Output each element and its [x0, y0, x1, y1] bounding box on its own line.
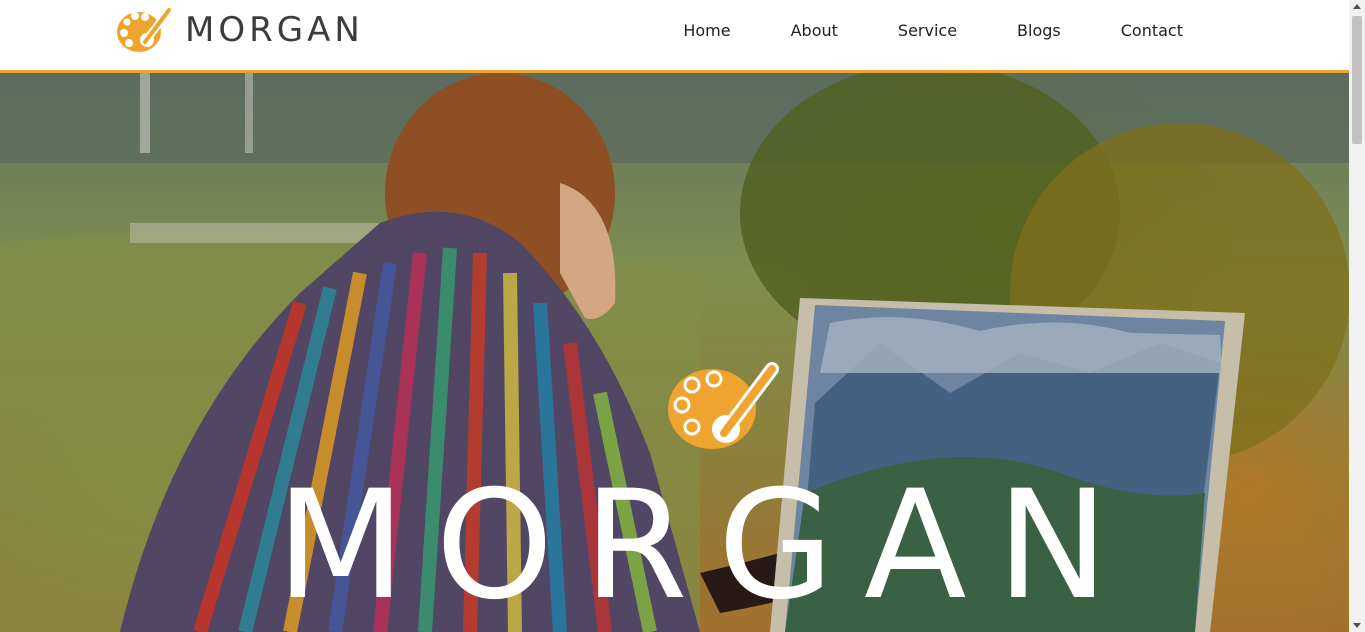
- nav-service[interactable]: Service: [898, 20, 957, 42]
- hero-palette-brush-icon: [668, 362, 779, 449]
- hero-section: MORGAN: [0, 73, 1349, 632]
- main-nav: Home About Service Blogs Contact: [623, 20, 1183, 42]
- palette-brush-icon: [117, 6, 173, 52]
- brand-name: MORGAN: [185, 10, 364, 50]
- nav-about[interactable]: About: [791, 20, 838, 42]
- vertical-scrollbar[interactable]: [1349, 0, 1365, 632]
- scroll-thumb[interactable]: [1352, 16, 1362, 144]
- brand-logo[interactable]: MORGAN: [115, 6, 364, 54]
- nav-blogs[interactable]: Blogs: [1017, 20, 1061, 42]
- nav-contact[interactable]: Contact: [1121, 20, 1183, 42]
- nav-home[interactable]: Home: [683, 20, 730, 42]
- hero-title: MORGAN: [276, 459, 1139, 632]
- scroll-down-arrow-icon[interactable]: [1353, 623, 1361, 628]
- scroll-up-arrow-icon[interactable]: [1353, 4, 1361, 9]
- site-header: MORGAN Home About Service Blogs Contact: [0, 0, 1349, 73]
